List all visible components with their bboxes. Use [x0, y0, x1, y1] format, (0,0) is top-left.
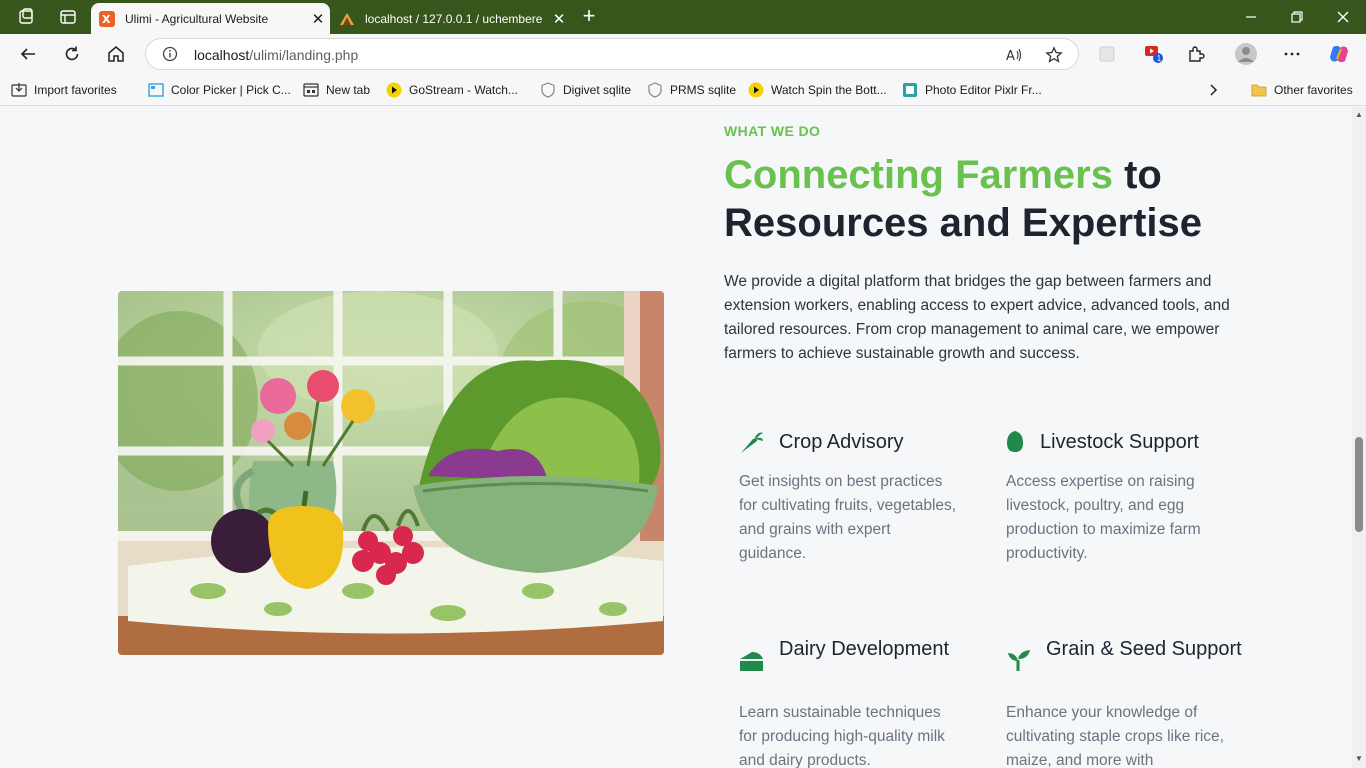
favorites-bar: Import favorites Color Picker | Pick C..…	[0, 74, 1366, 106]
close-tab-icon[interactable]: ✕	[306, 10, 330, 28]
extensions-puzzle-icon[interactable]	[1182, 40, 1210, 68]
svg-text:X: X	[102, 13, 111, 26]
extension-badge: 1	[1156, 54, 1162, 63]
favorite-spin-the-bottle[interactable]: Watch Spin the Bott...	[748, 80, 887, 100]
tab-title: localhost / 127.0.0.1 / uchembere	[365, 11, 543, 26]
vegetables-still-life-image	[118, 291, 664, 655]
favorite-prms[interactable]: PRMS sqlite	[647, 80, 736, 100]
feature-crop-advisory: Crop Advisory Get insights on best pract…	[739, 429, 969, 569]
extension-placeholder-icon[interactable]	[1093, 40, 1121, 68]
tab-ulimi[interactable]: X Ulimi - Agricultural Website ✕	[91, 3, 330, 34]
new-tab-button[interactable]: +	[578, 5, 600, 28]
feature-description: Enhance your knowledge of cultivating st…	[1006, 704, 1224, 768]
feature-description: Get insights on best practices for culti…	[739, 473, 957, 562]
feature-description: Learn sustainable techniques for produci…	[739, 704, 945, 768]
shield-icon	[540, 82, 556, 98]
scroll-thumb[interactable]	[1355, 437, 1363, 532]
tab-phpmyadmin[interactable]: localhost / 127.0.0.1 / uchembere ✕	[331, 3, 571, 34]
home-icon[interactable]	[102, 40, 130, 68]
feature-title: Dairy Development	[779, 638, 950, 660]
play-icon	[748, 82, 764, 98]
feature-grain-seed-support: Grain & Seed Support Enhance your knowle…	[1006, 637, 1242, 768]
copilot-icon[interactable]	[1325, 40, 1353, 68]
tab-title: Ulimi - Agricultural Website	[125, 11, 269, 26]
close-tab-icon[interactable]: ✕	[547, 10, 571, 28]
favorites-overflow-chevron-icon[interactable]	[1206, 80, 1220, 100]
browser-titlebar: X Ulimi - Agricultural Website ✕ localho…	[0, 0, 1366, 34]
more-menu-icon[interactable]	[1278, 40, 1306, 68]
feature-title: Grain & Seed Support	[1046, 638, 1242, 660]
favorite-gostream[interactable]: GoStream - Watch...	[386, 80, 518, 100]
play-icon	[386, 82, 402, 98]
feature-title: Crop Advisory	[779, 431, 904, 453]
headline-accent: Connecting Farmers	[724, 153, 1113, 197]
workspaces-icon[interactable]	[16, 7, 36, 27]
favorite-star-icon[interactable]	[1044, 45, 1064, 65]
browser-toolbar: localhost/ulimi/landing.php A 1	[0, 34, 1366, 74]
restore-icon[interactable]	[1274, 0, 1320, 34]
xampp-favicon-icon: X	[99, 10, 115, 27]
svg-text:A: A	[1006, 49, 1015, 64]
address-bar[interactable]: localhost/ulimi/landing.php A	[145, 38, 1079, 70]
scroll-down-arrow-icon[interactable]: ▼	[1355, 755, 1363, 763]
section-eyebrow: WHAT WE DO	[724, 123, 821, 139]
headline-part-2: Resources and Expertise	[724, 201, 1202, 245]
favorite-color-picker[interactable]: Color Picker | Pick C...	[148, 80, 291, 100]
refresh-icon[interactable]	[58, 40, 86, 68]
headline-part-1: to	[1112, 153, 1162, 197]
new-tab-icon	[303, 82, 319, 98]
page-scrollbar[interactable]: ▲ ▼	[1352, 107, 1366, 768]
url-text[interactable]: localhost/ulimi/landing.php	[194, 47, 358, 63]
section-intro: We provide a digital platform that bridg…	[724, 273, 1230, 362]
feature-livestock-support: Livestock Support Access expertise on ra…	[1006, 429, 1236, 569]
favorite-other-folder[interactable]: Other favorites	[1251, 80, 1353, 100]
phpmyadmin-favicon-icon	[339, 11, 355, 27]
shield-icon	[647, 82, 663, 98]
favorite-new-tab[interactable]: New tab	[303, 80, 370, 100]
folder-icon	[1251, 82, 1267, 98]
back-icon[interactable]	[14, 40, 42, 68]
color-picker-icon	[148, 82, 164, 98]
profile-avatar-icon[interactable]	[1232, 40, 1260, 68]
seedling-icon	[1006, 647, 1032, 673]
egg-icon	[1006, 429, 1032, 455]
import-icon	[11, 82, 27, 98]
video-extension-icon[interactable]: 1	[1140, 40, 1168, 68]
minimize-icon[interactable]	[1228, 0, 1274, 34]
close-window-icon[interactable]	[1320, 0, 1366, 34]
section-headline: Connecting Farmers to Resources and Exper…	[724, 151, 1324, 247]
tab-actions-icon[interactable]	[58, 7, 78, 27]
scroll-up-arrow-icon[interactable]: ▲	[1355, 111, 1363, 119]
carrot-icon	[739, 429, 765, 455]
favorite-import[interactable]: Import favorites	[11, 80, 117, 100]
favorite-pixlr[interactable]: Photo Editor Pixlr Fr...	[902, 80, 1042, 100]
site-info-icon[interactable]	[162, 46, 178, 67]
cheese-icon	[739, 649, 765, 675]
read-aloud-icon[interactable]: A	[1004, 45, 1024, 65]
feature-title: Livestock Support	[1040, 431, 1199, 453]
feature-description: Access expertise on raising livestock, p…	[1006, 473, 1201, 562]
pixlr-icon	[902, 82, 918, 98]
favorite-digivet[interactable]: Digivet sqlite	[540, 80, 631, 100]
page-viewport: WHAT WE DO Connecting Farmers to Resource…	[0, 107, 1366, 768]
feature-dairy-development: Dairy Development Learn sustainable tech…	[739, 637, 969, 768]
